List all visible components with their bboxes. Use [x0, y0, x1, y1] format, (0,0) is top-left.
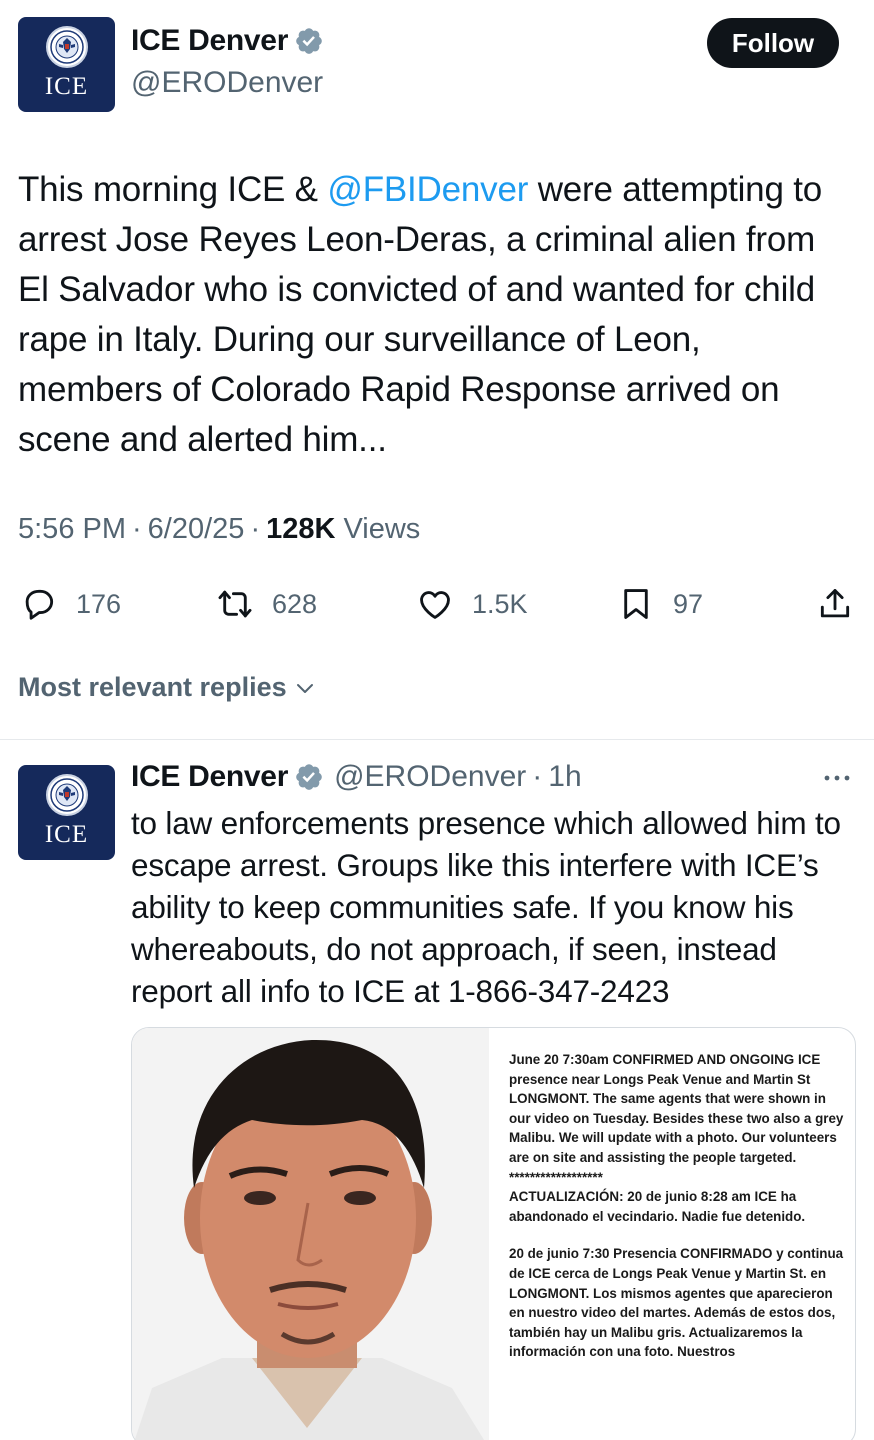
- author-avatar[interactable]: ICE: [18, 17, 115, 112]
- bookmark-icon: [624, 589, 648, 619]
- author-display-name[interactable]: ICE Denver: [131, 24, 288, 58]
- avatar-label: ICE: [44, 73, 89, 100]
- tweet-text: This morning ICE & @FBIDenver were attem…: [18, 165, 848, 465]
- bookmark-count: 97: [673, 588, 704, 619]
- alert-paragraph-en: June 20 7:30am CONFIRMED AND ONGOING ICE…: [509, 1052, 844, 1165]
- separator-dot: ·: [132, 513, 142, 545]
- replies-sort-dropdown[interactable]: Most relevant replies: [18, 672, 317, 703]
- views-label: Views: [343, 513, 421, 545]
- suspect-photo: [132, 1028, 489, 1440]
- separator-dot: ·: [250, 513, 261, 545]
- alert-screenshot-text: June 20 7:30am CONFIRMED AND ONGOING ICE…: [509, 1050, 849, 1362]
- repost-count: 628: [272, 588, 318, 619]
- mention-link[interactable]: @FBIDenver: [327, 170, 528, 209]
- chevron-down-icon: [296, 683, 313, 693]
- reply-age[interactable]: 1h: [548, 760, 581, 794]
- tweet-time[interactable]: 5:56 PM: [18, 513, 126, 546]
- tweet-text-part: This morning ICE &: [18, 170, 328, 209]
- alert-divider-stars: ******************: [509, 1169, 603, 1185]
- like-count: 1.5K: [472, 588, 528, 619]
- like-button[interactable]: 1.5K: [416, 585, 528, 623]
- tweet-detail-page: ICE ICE Denver @ERODenver Follow This mo…: [0, 0, 874, 1440]
- reply-author-avatar[interactable]: ICE: [18, 765, 115, 860]
- reply-text: to law enforcements presence which allow…: [131, 805, 841, 1009]
- reply-author-name[interactable]: ICE Denver: [131, 760, 288, 794]
- repost-button[interactable]: 628: [216, 585, 317, 623]
- separator-dot: ·: [532, 760, 543, 793]
- divider: [0, 739, 874, 740]
- replies-sort-label: Most relevant replies: [18, 672, 287, 702]
- author-handle[interactable]: @ERODenver: [131, 66, 323, 100]
- tweet-text-part: were attempting to arrest Jose Reyes Leo…: [18, 170, 823, 459]
- repost-icon: [218, 590, 252, 618]
- avatar-label: ICE: [44, 821, 89, 848]
- tweet-date[interactable]: 6/20/25: [148, 513, 245, 546]
- reply-count: 176: [76, 588, 122, 619]
- bookmark-button[interactable]: 97: [617, 585, 703, 623]
- reply-icon: [25, 589, 54, 620]
- share-icon: [820, 589, 850, 618]
- alert-paragraph-es: 20 de junio 7:30 Presencia CONFIRMADO y …: [509, 1246, 844, 1360]
- reply-media-image[interactable]: June 20 7:30am CONFIRMED AND ONGOING ICE…: [131, 1027, 856, 1440]
- heart-icon: [420, 591, 450, 619]
- verified-badge-icon: [296, 764, 322, 790]
- reply-header: ICE Denver @ERODenver · 1h: [131, 760, 582, 794]
- follow-button[interactable]: Follow: [707, 18, 839, 68]
- alert-paragraph-update-es: ACTUALIZACIÓN: 20 de junio 8:28 am ICE h…: [509, 1189, 806, 1224]
- dhs-seal-icon: [45, 26, 88, 68]
- verified-badge-icon: [296, 28, 322, 54]
- share-button[interactable]: [816, 585, 854, 623]
- reply-author-handle[interactable]: @ERODenver: [334, 760, 526, 794]
- reply-button[interactable]: 176: [20, 585, 121, 623]
- more-options-icon[interactable]: [820, 766, 854, 790]
- views-count: 128K: [266, 513, 336, 545]
- dhs-seal-icon: [45, 774, 88, 816]
- author-name-row[interactable]: ICE Denver: [131, 24, 324, 58]
- tweet-meta: 5:56 PM · 6/20/25 · 128K Views: [18, 513, 420, 546]
